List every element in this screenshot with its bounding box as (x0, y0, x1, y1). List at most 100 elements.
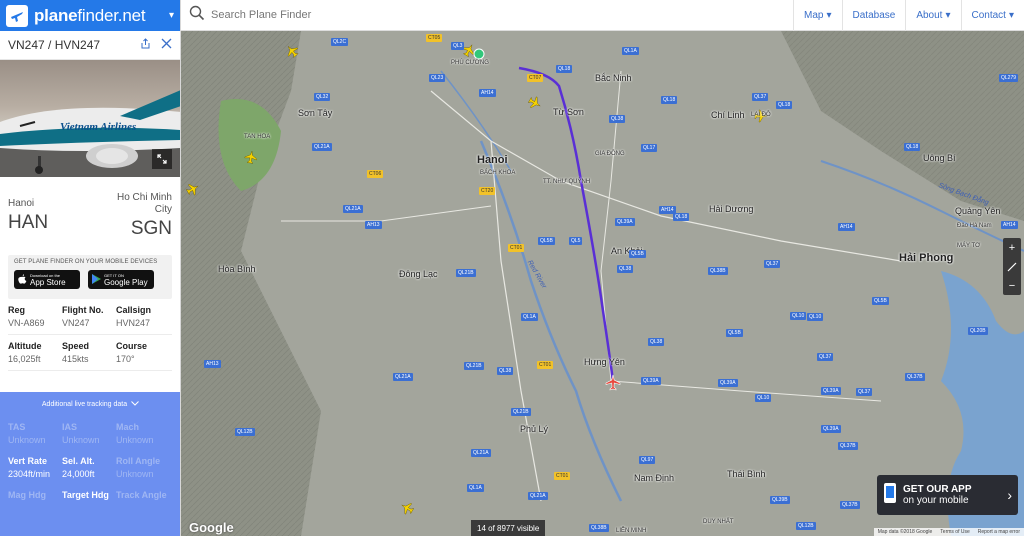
attrib-map-data: Map data ©2018 Google (877, 529, 933, 535)
road-shield: QL39A (641, 377, 661, 385)
live-tracking-toggle[interactable]: Additional live tracking data (0, 392, 180, 416)
road-shield: AH14 (1001, 221, 1018, 229)
road-shield: AH13 (204, 360, 221, 368)
road-shield: QL39B (770, 496, 790, 504)
tracking-label: IAS (62, 422, 78, 432)
zoom-out-button[interactable]: − (1003, 276, 1021, 295)
road-shield: QL21A (393, 373, 413, 381)
tracking-label: Mach (116, 422, 140, 432)
fullscreen-icon[interactable] (1003, 257, 1021, 276)
city-label: Phủ Lý (520, 424, 549, 434)
attrib-report-link[interactable]: Report a map error (978, 529, 1020, 535)
road-shield: QL12B (796, 522, 816, 530)
expand-photo-icon[interactable] (152, 149, 172, 169)
road-shield: QL20B (968, 327, 988, 335)
main-nav: Map ▾ Database About ▾ Contact ▾ (793, 0, 1024, 31)
brand-bar[interactable]: planefinder.net ▾ (0, 0, 180, 31)
road-shield: QL38B (708, 267, 728, 275)
origin-city: Hanoi (8, 198, 35, 209)
get-app-title: GET OUR APP (903, 484, 972, 495)
road-shield: CT05 (426, 34, 443, 42)
road-shield: QL10 (755, 394, 772, 402)
road-shield: QL39A (718, 379, 738, 387)
tracking-cell: Roll Angle Unknown (116, 456, 170, 479)
app-store-button[interactable]: Download on the App Store (14, 270, 80, 289)
road-shield: QL97 (639, 456, 656, 464)
search-input[interactable] (211, 9, 511, 21)
details-row: Reg VN-A869 Flight No. VN247 Callsign HVN247 (8, 299, 172, 335)
road-shield: QL1A (622, 47, 639, 55)
city-label: Hải Phong (899, 252, 954, 264)
road-shield: QL3 (451, 42, 465, 50)
get-app-banner[interactable]: GET OUR APP on your mobile › (877, 475, 1018, 515)
road-shield: QL23 (429, 74, 446, 82)
zoom-controls: + − (1003, 238, 1021, 295)
flight-map[interactable]: Bắc Ninh Sơn Tây Từ Sơn Chí Linh Hanoi BÁCH K… (181, 31, 1024, 536)
road-shield: CT20 (479, 187, 496, 195)
airport-marker-icon (473, 48, 485, 60)
flight-header: VN247 / HVN247 (0, 31, 180, 60)
city-label: Hưng Yên (584, 357, 625, 367)
tracking-cell: Sel. Alt. 24,000ft (62, 456, 116, 479)
road-shield: QL5B (872, 297, 889, 305)
city-label: Chí Linh (711, 110, 745, 120)
search-box[interactable] (181, 5, 793, 26)
chevron-down-icon[interactable]: ▾ (169, 10, 174, 21)
destination: Ho Chi Minh City SGN (110, 192, 172, 240)
share-icon[interactable] (140, 36, 151, 54)
detail-cell: Callsign HVN247 (116, 305, 170, 328)
detail-cell: Altitude 16,025ft (8, 341, 62, 364)
top-bar: Map▾ Database About▾ Contact▾ (181, 0, 1024, 31)
city-label: Nam Định (634, 473, 675, 483)
tracking-label: Track Angle (116, 490, 167, 500)
detail-cell: Speed 415kts (62, 341, 116, 364)
apple-icon (18, 271, 27, 289)
detail-value: VN247 (62, 318, 90, 328)
city-label: Đảo Hà Nam (957, 223, 992, 229)
google-play-button[interactable]: GET IT ON Google Play (88, 270, 154, 289)
detail-cell: Course 170° (116, 341, 170, 364)
flight-sidebar: planefinder.net ▾ VN247 / HVN247 Vietnam… (0, 0, 181, 536)
planefinder-logo-icon (6, 4, 28, 27)
road-shield: QL21A (312, 143, 332, 151)
road-shield: QL38 (617, 265, 634, 273)
road-shield: QL37B (840, 501, 860, 509)
search-icon[interactable] (189, 5, 205, 26)
chevron-down-icon: ▾ (945, 9, 951, 21)
tracking-value: Unknown (116, 469, 154, 479)
road-shield: QL38 (609, 115, 626, 123)
nav-about[interactable]: About ▾ (905, 0, 960, 31)
city-label: Từ Sơn (553, 107, 584, 117)
destination-city: Ho Chi Minh City (116, 192, 172, 215)
zoom-in-button[interactable]: + (1003, 238, 1021, 257)
nav-database[interactable]: Database (841, 0, 906, 31)
nav-map[interactable]: Map ▾ (793, 0, 841, 31)
road-shield: QL21B (464, 362, 484, 370)
tracking-label: Target Hdg (62, 490, 109, 500)
road-shield: QL17 (641, 144, 658, 152)
road-shield: QL21A (343, 205, 363, 213)
close-icon[interactable] (161, 36, 172, 54)
flight-details: Reg VN-A869 Flight No. VN247 Callsign HVN247 A… (0, 299, 180, 371)
road-shield: QL21B (511, 408, 531, 416)
tracking-cell: Mag Hdg (8, 490, 62, 503)
city-label: Quảng Yên (955, 206, 1001, 216)
city-label: TT. NHƯ QUỲNH (543, 179, 591, 185)
details-row: Altitude 16,025ft Speed 415kts Course 170° (8, 335, 172, 371)
road-shield: AH13 (365, 221, 382, 229)
attrib-terms-link[interactable]: Terms of Use (940, 529, 969, 535)
nav-contact[interactable]: Contact ▾ (960, 0, 1024, 31)
chevron-down-icon: ▾ (826, 9, 832, 21)
get-app-subtitle: on your mobile (903, 495, 969, 506)
road-shield: QL12B (235, 428, 255, 436)
city-label: Hải Dương (709, 204, 754, 214)
city-label: Hanoi (477, 154, 508, 166)
road-shield: QL38B (589, 524, 609, 532)
tracking-label: Mag Hdg (8, 490, 46, 500)
city-label: MÁY TƠ (957, 243, 981, 249)
road-shield: QL21A (528, 492, 548, 500)
city-label: DUY NHẤT (703, 519, 734, 525)
road-shield: QL279 (999, 74, 1019, 82)
brand-name: planefinder.net (34, 5, 146, 25)
road-shield: QL37 (764, 260, 781, 268)
